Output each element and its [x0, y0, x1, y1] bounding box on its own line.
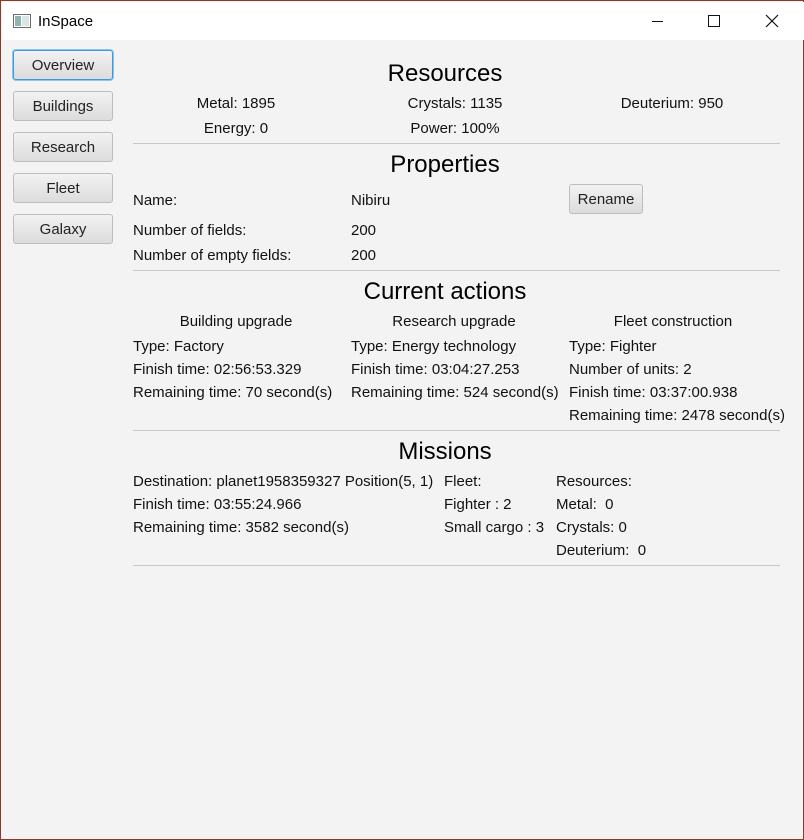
- fleet-units: Number of units: 2: [569, 361, 692, 378]
- separator: [133, 143, 780, 144]
- research-upgrade-title: Research upgrade: [392, 313, 516, 330]
- sidebar-item-overview[interactable]: Overview: [13, 50, 113, 80]
- building-type: Type: Factory: [133, 338, 224, 355]
- mission-fleet-label: Fleet:: [444, 473, 482, 490]
- maximize-icon: [708, 15, 720, 27]
- fleet-type: Type: Fighter: [569, 338, 657, 355]
- mission-resources-label: Resources:: [556, 473, 632, 490]
- sidebar-item-buildings[interactable]: Buildings: [13, 91, 113, 121]
- fields-value: 200: [351, 222, 377, 239]
- mission-fleet-item: Small cargo : 3: [444, 519, 545, 536]
- mission-destination: Destination: planet1958359327 Position(5…: [133, 473, 434, 490]
- resources-heading: Resources: [387, 60, 503, 87]
- title-bar[interactable]: InSpace: [2, 2, 804, 40]
- mission-resource-crystals: Crystals: 0: [556, 519, 627, 536]
- missions-heading: Missions: [398, 438, 492, 465]
- mission-finish-time: Finish time: 03:55:24.966: [133, 496, 302, 513]
- energy-value: Energy: 0: [203, 120, 269, 137]
- building-upgrade-title: Building upgrade: [179, 313, 293, 330]
- sidebar-item-galaxy[interactable]: Galaxy: [13, 214, 113, 244]
- empty-fields-label: Number of empty fields:: [133, 247, 292, 264]
- fleet-finish-time: Finish time: 03:37:00.938: [569, 384, 738, 401]
- mission-remaining-time: Remaining time: 3582 second(s): [133, 519, 349, 536]
- mission-resource-metal: Metal: 0: [556, 496, 614, 513]
- research-remaining-time: Remaining time: 524 second(s): [351, 384, 559, 401]
- sidebar-item-research[interactable]: Research: [13, 132, 113, 162]
- deuterium-value: Deuterium: 950: [620, 95, 724, 112]
- name-label: Name:: [133, 192, 178, 209]
- planet-name: Nibiru: [351, 192, 391, 209]
- window-title: InSpace: [38, 13, 94, 30]
- minimize-icon: [652, 21, 663, 22]
- properties-heading: Properties: [390, 151, 500, 178]
- sidebar-item-fleet[interactable]: Fleet: [13, 173, 113, 203]
- separator: [133, 270, 780, 271]
- power-value: Power: 100%: [410, 120, 500, 137]
- close-button[interactable]: [744, 2, 800, 40]
- fields-label: Number of fields:: [133, 222, 247, 239]
- research-type: Type: Energy technology: [351, 338, 517, 355]
- research-finish-time: Finish time: 03:04:27.253: [351, 361, 520, 378]
- app-icon: [13, 14, 31, 28]
- fleet-remaining-time: Remaining time: 2478 second(s): [569, 407, 785, 424]
- rename-button[interactable]: Rename: [569, 184, 643, 214]
- separator: [133, 430, 780, 431]
- separator: [133, 565, 780, 566]
- building-finish-time: Finish time: 02:56:53.329: [133, 361, 302, 378]
- crystals-value: Crystals: 1135: [407, 95, 503, 112]
- close-icon: [765, 14, 779, 28]
- current-actions-heading: Current actions: [363, 278, 527, 305]
- app-window: InSpace Overview Buildings Research Flee…: [0, 0, 804, 840]
- mission-resource-deuterium: Deuterium: 0: [556, 542, 647, 559]
- metal-value: Metal: 1895: [196, 95, 276, 112]
- maximize-button[interactable]: [686, 2, 742, 40]
- minimize-button[interactable]: [630, 2, 686, 40]
- fleet-construction-title: Fleet construction: [613, 313, 733, 330]
- empty-fields-value: 200: [351, 247, 377, 264]
- mission-fleet-item: Fighter : 2: [444, 496, 512, 513]
- building-remaining-time: Remaining time: 70 second(s): [133, 384, 333, 401]
